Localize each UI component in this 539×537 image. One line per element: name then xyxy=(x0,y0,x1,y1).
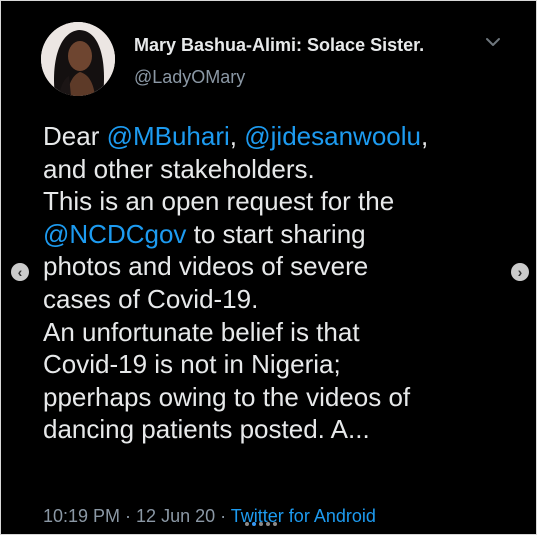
tweet-line: photos and videos of severe xyxy=(43,250,513,283)
carousel-dot[interactable] xyxy=(266,522,270,526)
carousel-dot[interactable] xyxy=(245,522,249,526)
chevron-down-icon[interactable] xyxy=(484,35,502,49)
mention-link[interactable]: @jidesanwoolu xyxy=(244,121,421,151)
tweet-text-segment: pperhaps owing to the videos of xyxy=(43,381,411,412)
tweet-body: Dear @MBuhari, @jidesanwoolu, and other s… xyxy=(43,120,513,446)
carousel-dot[interactable] xyxy=(252,522,256,526)
tweet-line: Covid-19 is not in Nigeria; xyxy=(43,348,513,381)
tweet-date[interactable]: 12 Jun 20 xyxy=(136,506,215,526)
carousel-dot[interactable] xyxy=(273,522,277,526)
carousel-dot[interactable] xyxy=(259,522,263,526)
tweet-line: Dear @MBuhari, @jidesanwoolu, xyxy=(43,120,513,153)
tweet-line: An unfortunate belief is that xyxy=(43,316,513,349)
avatar[interactable] xyxy=(41,22,115,96)
chevron-left-icon[interactable]: ‹ xyxy=(11,263,29,281)
tweet-text-segment: Covid-19 is not in Nigeria; xyxy=(43,349,341,380)
tweet-line: and other stakeholders. xyxy=(43,153,513,186)
meta-separator: · xyxy=(120,506,137,526)
tweet-line: dancing patients posted. A... xyxy=(43,413,513,446)
tweet-line: @NCDCgov to start sharing xyxy=(43,218,513,251)
tweet-screenshot: Mary Bashua-Alimi: Solace Sister. @LadyO… xyxy=(0,0,537,535)
avatar-photo xyxy=(41,22,115,96)
tweet-text-segment: Dear xyxy=(43,121,107,151)
mention-link[interactable]: @NCDCgov xyxy=(43,219,186,249)
mention-link[interactable]: @MBuhari xyxy=(107,121,230,151)
tweet-time[interactable]: 10:19 PM xyxy=(43,506,120,526)
tweet-text-segment: This is an open request for the xyxy=(43,186,395,217)
tweet-text-segment: dancing patients posted. A... xyxy=(43,414,370,445)
tweet-text-segment: , xyxy=(420,121,429,151)
tweet-line: pperhaps owing to the videos of xyxy=(43,381,513,414)
tweet-line: This is an open request for the xyxy=(43,185,513,218)
tweet-line: cases of Covid-19. xyxy=(43,283,513,316)
chevron-right-icon[interactable]: › xyxy=(511,263,529,281)
meta-separator: · xyxy=(215,506,231,526)
tweet-text-segment: photos and videos of severe xyxy=(43,251,369,282)
tweet-text-segment: to start sharing xyxy=(186,218,366,249)
tweet-text-segment: and other stakeholders. xyxy=(43,153,315,184)
user-handle[interactable]: @LadyOMary xyxy=(134,67,245,88)
tweet-text-segment: An unfortunate belief is that xyxy=(43,316,360,347)
tweet-meta: 10:19 PM · 12 Jun 20 · Twitter for Andro… xyxy=(43,506,376,527)
tweet-text-segment: cases of Covid-19. xyxy=(43,283,259,314)
tweet-text-segment: , xyxy=(229,121,245,151)
display-name[interactable]: Mary Bashua-Alimi: Solace Sister. xyxy=(134,35,424,56)
